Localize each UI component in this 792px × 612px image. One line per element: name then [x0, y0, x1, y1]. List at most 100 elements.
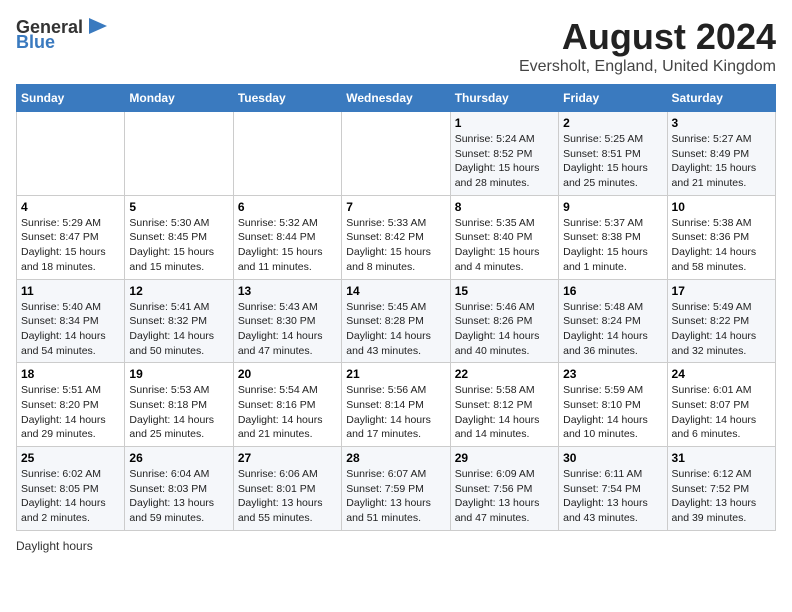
day-number: 11	[21, 284, 120, 298]
day-number: 12	[129, 284, 228, 298]
day-number: 1	[455, 116, 554, 130]
calendar-cell: 23Sunrise: 5:59 AM Sunset: 8:10 PM Dayli…	[559, 363, 667, 447]
day-info: Sunrise: 5:46 AM Sunset: 8:26 PM Dayligh…	[455, 300, 554, 359]
logo: General Blue	[16, 16, 107, 53]
calendar-cell: 1 Sunrise: 5:24 AM Sunset: 8:52 PM Daylig…	[450, 112, 558, 196]
calendar-cell: 12 Sunrise: 5:41 AM Sunset: 8:32 PM Dayli…	[125, 279, 233, 363]
calendar-cell: 8Sunrise: 5:35 AM Sunset: 8:40 PM Daylig…	[450, 195, 558, 279]
header-cell-thursday: Thursday	[450, 85, 558, 112]
header-cell-friday: Friday	[559, 85, 667, 112]
subtitle: Eversholt, England, United Kingdom	[519, 58, 776, 76]
logo-blue-text: Blue	[16, 32, 55, 53]
day-info: Sunrise: 5:49 AM Sunset: 8:22 PM Dayligh…	[672, 300, 771, 359]
calendar-cell: 13 Sunrise: 5:43 AM Sunset: 8:30 PM Dayli…	[233, 279, 341, 363]
day-number: 2	[563, 116, 662, 130]
calendar-cell: 17 Sunrise: 5:49 AM Sunset: 8:22 PM Dayli…	[667, 279, 775, 363]
header-cell-sunday: Sunday	[17, 85, 125, 112]
calendar-cell: 21 Sunrise: 5:56 AM Sunset: 8:14 PM Dayli…	[342, 363, 450, 447]
calendar-table: SundayMondayTuesdayWednesdayThursdayFrid…	[16, 84, 776, 531]
day-info: Sunrise: 5:33 AM Sunset: 8:42 PM Dayligh…	[346, 216, 445, 275]
day-number: 18	[21, 367, 120, 381]
day-number: 15	[455, 284, 554, 298]
day-info: Sunrise: 5:41 AM Sunset: 8:32 PM Dayligh…	[129, 300, 228, 359]
day-number: 29	[455, 451, 554, 465]
calendar-week-row: 25Sunrise: 6:02 AM Sunset: 8:05 PM Dayli…	[17, 447, 776, 531]
day-number: 27	[238, 451, 337, 465]
day-info: Sunrise: 6:12 AM Sunset: 7:52 PM Dayligh…	[672, 467, 771, 526]
calendar-cell: 29 Sunrise: 6:09 AM Sunset: 7:56 PM Dayli…	[450, 447, 558, 531]
calendar-cell: 16Sunrise: 5:48 AM Sunset: 8:24 PM Dayli…	[559, 279, 667, 363]
day-info: Sunrise: 5:43 AM Sunset: 8:30 PM Dayligh…	[238, 300, 337, 359]
header-row: SundayMondayTuesdayWednesdayThursdayFrid…	[17, 85, 776, 112]
calendar-cell: 19 Sunrise: 5:53 AM Sunset: 8:18 PM Dayli…	[125, 363, 233, 447]
header-cell-saturday: Saturday	[667, 85, 775, 112]
calendar-cell: 11 Sunrise: 5:40 AM Sunset: 8:34 PM Dayli…	[17, 279, 125, 363]
calendar-cell: 5 Sunrise: 5:30 AM Sunset: 8:45 PM Daylig…	[125, 195, 233, 279]
calendar-cell: 4Sunrise: 5:29 AM Sunset: 8:47 PM Daylig…	[17, 195, 125, 279]
calendar-cell	[233, 112, 341, 196]
day-info: Sunrise: 5:59 AM Sunset: 8:10 PM Dayligh…	[563, 383, 662, 442]
footer-note: Daylight hours	[16, 539, 776, 553]
calendar-cell: 6Sunrise: 5:32 AM Sunset: 8:44 PM Daylig…	[233, 195, 341, 279]
calendar-cell: 30Sunrise: 6:11 AM Sunset: 7:54 PM Dayli…	[559, 447, 667, 531]
calendar-week-row: 11 Sunrise: 5:40 AM Sunset: 8:34 PM Dayli…	[17, 279, 776, 363]
day-number: 26	[129, 451, 228, 465]
day-info: Sunrise: 5:35 AM Sunset: 8:40 PM Dayligh…	[455, 216, 554, 275]
calendar-cell: 25Sunrise: 6:02 AM Sunset: 8:05 PM Dayli…	[17, 447, 125, 531]
calendar-cell: 7 Sunrise: 5:33 AM Sunset: 8:42 PM Daylig…	[342, 195, 450, 279]
day-info: Sunrise: 5:40 AM Sunset: 8:34 PM Dayligh…	[21, 300, 120, 359]
day-info: Sunrise: 5:38 AM Sunset: 8:36 PM Dayligh…	[672, 216, 771, 275]
day-info: Sunrise: 5:54 AM Sunset: 8:16 PM Dayligh…	[238, 383, 337, 442]
day-number: 9	[563, 200, 662, 214]
page-header: General Blue August 2024 Eversholt, Engl…	[16, 16, 776, 76]
day-info: Sunrise: 6:09 AM Sunset: 7:56 PM Dayligh…	[455, 467, 554, 526]
calendar-cell	[125, 112, 233, 196]
day-number: 6	[238, 200, 337, 214]
day-info: Sunrise: 5:25 AM Sunset: 8:51 PM Dayligh…	[563, 132, 662, 191]
calendar-cell: 24 Sunrise: 6:01 AM Sunset: 8:07 PM Dayli…	[667, 363, 775, 447]
day-info: Sunrise: 5:51 AM Sunset: 8:20 PM Dayligh…	[21, 383, 120, 442]
day-number: 28	[346, 451, 445, 465]
day-info: Sunrise: 6:07 AM Sunset: 7:59 PM Dayligh…	[346, 467, 445, 526]
calendar-cell: 20 Sunrise: 5:54 AM Sunset: 8:16 PM Dayli…	[233, 363, 341, 447]
day-info: Sunrise: 6:11 AM Sunset: 7:54 PM Dayligh…	[563, 467, 662, 526]
day-info: Sunrise: 5:24 AM Sunset: 8:52 PM Dayligh…	[455, 132, 554, 191]
day-number: 16	[563, 284, 662, 298]
day-info: Sunrise: 6:02 AM Sunset: 8:05 PM Dayligh…	[21, 467, 120, 526]
day-info: Sunrise: 5:37 AM Sunset: 8:38 PM Dayligh…	[563, 216, 662, 275]
footer-daylight-label: Daylight hours	[16, 539, 93, 553]
calendar-cell	[342, 112, 450, 196]
day-number: 21	[346, 367, 445, 381]
day-info: Sunrise: 5:56 AM Sunset: 8:14 PM Dayligh…	[346, 383, 445, 442]
day-number: 3	[672, 116, 771, 130]
day-number: 5	[129, 200, 228, 214]
day-number: 4	[21, 200, 120, 214]
day-number: 24	[672, 367, 771, 381]
day-info: Sunrise: 5:53 AM Sunset: 8:18 PM Dayligh…	[129, 383, 228, 442]
day-info: Sunrise: 5:45 AM Sunset: 8:28 PM Dayligh…	[346, 300, 445, 359]
calendar-header: SundayMondayTuesdayWednesdayThursdayFrid…	[17, 85, 776, 112]
day-number: 7	[346, 200, 445, 214]
day-number: 17	[672, 284, 771, 298]
calendar-week-row: 18 Sunrise: 5:51 AM Sunset: 8:20 PM Dayli…	[17, 363, 776, 447]
day-number: 10	[672, 200, 771, 214]
header-cell-wednesday: Wednesday	[342, 85, 450, 112]
day-info: Sunrise: 5:30 AM Sunset: 8:45 PM Dayligh…	[129, 216, 228, 275]
title-block: August 2024 Eversholt, England, United K…	[519, 16, 776, 76]
calendar-week-row: 1 Sunrise: 5:24 AM Sunset: 8:52 PM Daylig…	[17, 112, 776, 196]
logo-icon	[85, 16, 107, 38]
calendar-cell: 10 Sunrise: 5:38 AM Sunset: 8:36 PM Dayli…	[667, 195, 775, 279]
calendar-cell: 27Sunrise: 6:06 AM Sunset: 8:01 PM Dayli…	[233, 447, 341, 531]
calendar-cell: 28 Sunrise: 6:07 AM Sunset: 7:59 PM Dayli…	[342, 447, 450, 531]
day-number: 20	[238, 367, 337, 381]
day-info: Sunrise: 6:01 AM Sunset: 8:07 PM Dayligh…	[672, 383, 771, 442]
calendar-week-row: 4Sunrise: 5:29 AM Sunset: 8:47 PM Daylig…	[17, 195, 776, 279]
main-title: August 2024	[519, 16, 776, 58]
day-number: 14	[346, 284, 445, 298]
day-info: Sunrise: 6:04 AM Sunset: 8:03 PM Dayligh…	[129, 467, 228, 526]
calendar-cell	[17, 112, 125, 196]
day-number: 19	[129, 367, 228, 381]
calendar-cell: 14 Sunrise: 5:45 AM Sunset: 8:28 PM Dayli…	[342, 279, 450, 363]
day-number: 31	[672, 451, 771, 465]
day-number: 13	[238, 284, 337, 298]
